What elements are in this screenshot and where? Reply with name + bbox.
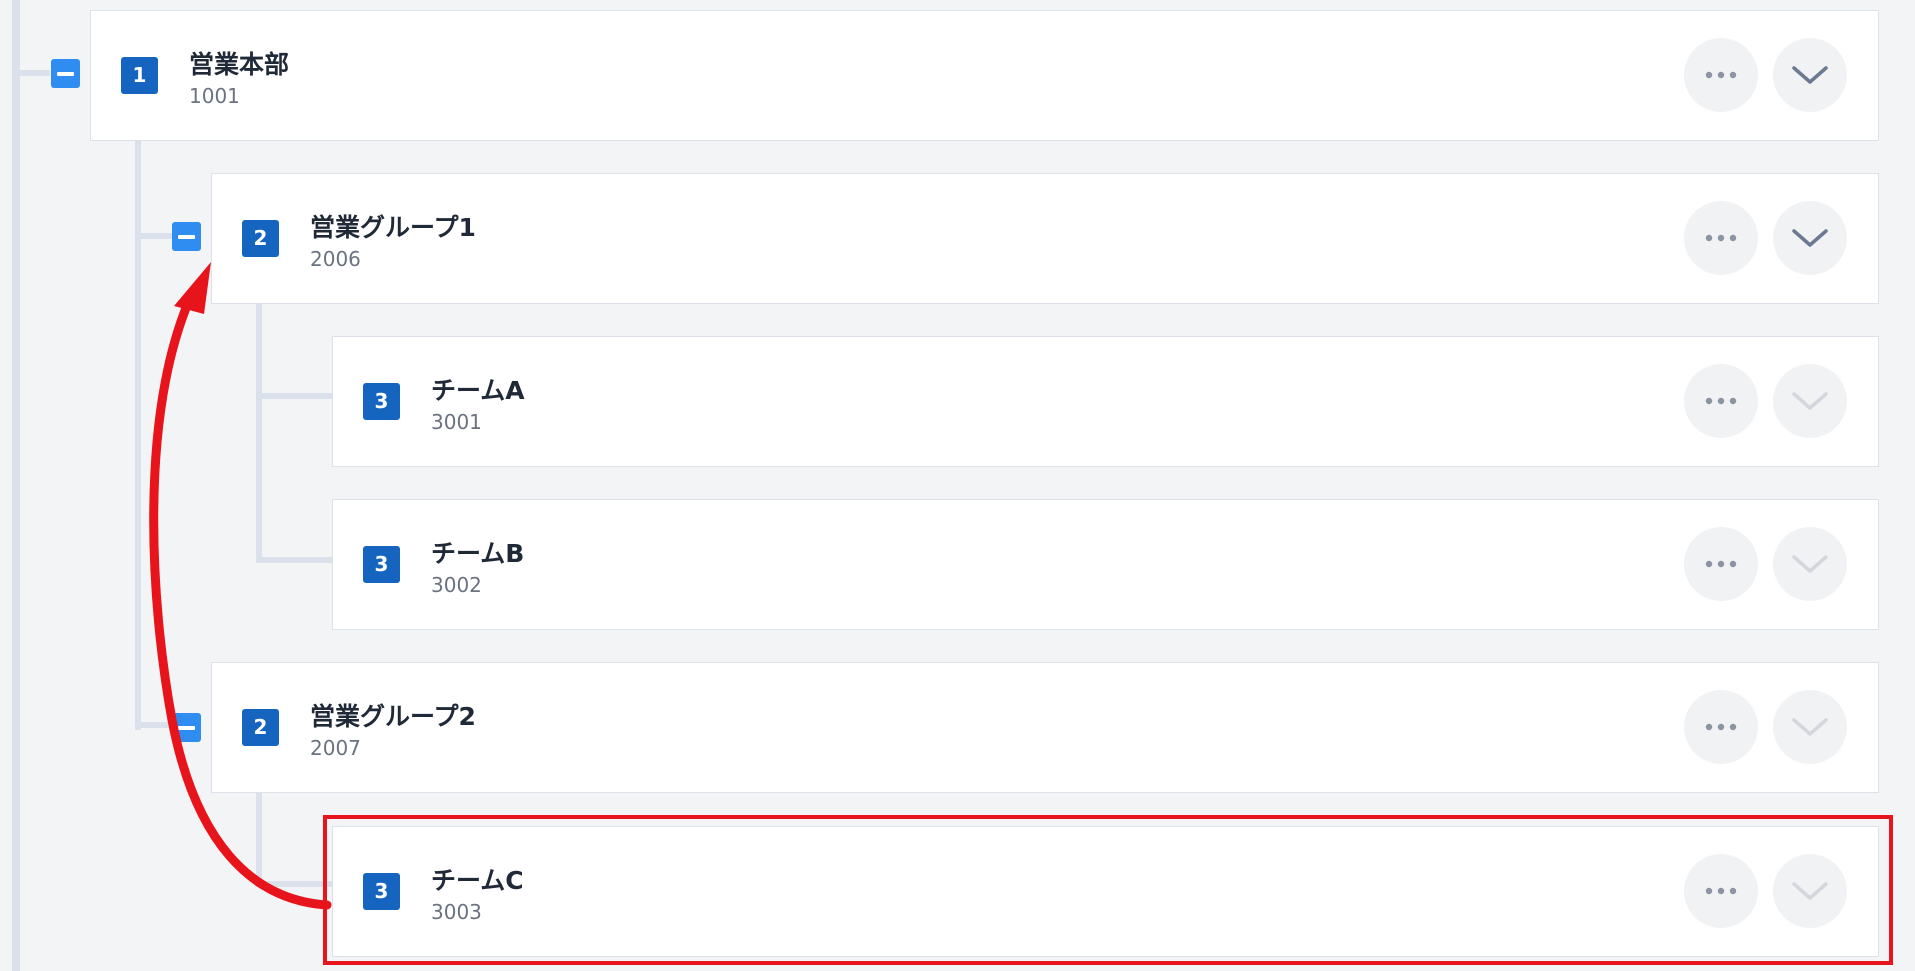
tree-connector-teamC-horizontal [256, 881, 332, 887]
node-code: 3003 [431, 900, 482, 924]
node-code: 1001 [189, 84, 240, 108]
chevron-down-icon [1792, 555, 1828, 573]
node-name: チームC [431, 866, 524, 895]
tree-connector-level2-vertical [256, 303, 262, 563]
node-code: 2007 [310, 736, 361, 760]
node-code: 3002 [431, 573, 482, 597]
collapse-button[interactable] [172, 222, 201, 251]
node-name: 営業グループ1 [310, 213, 476, 242]
minus-icon [178, 234, 195, 239]
minus-icon [178, 725, 195, 730]
tree-node[interactable]: 3 チームB 3002 [332, 499, 1879, 630]
tree-node[interactable]: 3 チームA 3001 [332, 336, 1879, 467]
chevron-down-icon [1792, 718, 1828, 736]
tree-node[interactable]: 2 営業グループ2 2007 [211, 662, 1879, 793]
level-badge: 3 [363, 383, 400, 420]
chevron-down-icon [1792, 66, 1828, 84]
more-options-button[interactable] [1684, 38, 1758, 112]
page-left-edge-line [12, 0, 20, 971]
tree-connector-group2-horizontal [135, 722, 175, 728]
tree-connector-group2-vertical [256, 792, 262, 887]
org-tree-view: 1 営業本部 1001 2 営業グループ1 2006 3 チームA 3001 3… [0, 0, 1915, 971]
minus-icon [57, 71, 74, 76]
expand-button[interactable] [1773, 527, 1847, 601]
node-code: 2006 [310, 247, 361, 271]
node-name: 営業本部 [189, 50, 290, 79]
arrowhead-icon [174, 262, 211, 314]
node-name: 営業グループ2 [310, 702, 476, 731]
tree-connector-level1-vertical [135, 140, 141, 730]
more-options-button[interactable] [1684, 690, 1758, 764]
expand-button[interactable] [1773, 201, 1847, 275]
tree-node[interactable]: 2 営業グループ1 2006 [211, 173, 1879, 304]
chevron-down-icon [1792, 392, 1828, 410]
level-badge: 2 [242, 220, 279, 257]
collapse-button[interactable] [51, 59, 80, 88]
expand-button[interactable] [1773, 38, 1847, 112]
more-horizontal-icon [1705, 397, 1737, 405]
expand-button[interactable] [1773, 364, 1847, 438]
node-name: チームA [431, 376, 525, 405]
tree-connector-teamB-horizontal [256, 557, 332, 563]
level-badge: 1 [121, 57, 158, 94]
collapse-button[interactable] [172, 713, 201, 742]
more-horizontal-icon [1705, 71, 1737, 79]
node-code: 3001 [431, 410, 482, 434]
node-name: チームB [431, 539, 525, 568]
more-horizontal-icon [1705, 887, 1737, 895]
tree-connector-root-horizontal [20, 70, 50, 76]
level-badge: 2 [242, 709, 279, 746]
more-horizontal-icon [1705, 723, 1737, 731]
more-options-button[interactable] [1684, 527, 1758, 601]
expand-button[interactable] [1773, 854, 1847, 928]
more-options-button[interactable] [1684, 364, 1758, 438]
more-horizontal-icon [1705, 560, 1737, 568]
tree-connector-group1-horizontal [135, 233, 175, 239]
tree-connector-teamA-horizontal [256, 393, 332, 399]
more-horizontal-icon [1705, 234, 1737, 242]
chevron-down-icon [1792, 229, 1828, 247]
level-badge: 3 [363, 873, 400, 910]
tree-node[interactable]: 1 営業本部 1001 [90, 10, 1879, 141]
expand-button[interactable] [1773, 690, 1847, 764]
more-options-button[interactable] [1684, 201, 1758, 275]
level-badge: 3 [363, 546, 400, 583]
tree-node[interactable]: 3 チームC 3003 [332, 826, 1879, 957]
more-options-button[interactable] [1684, 854, 1758, 928]
chevron-down-icon [1792, 882, 1828, 900]
